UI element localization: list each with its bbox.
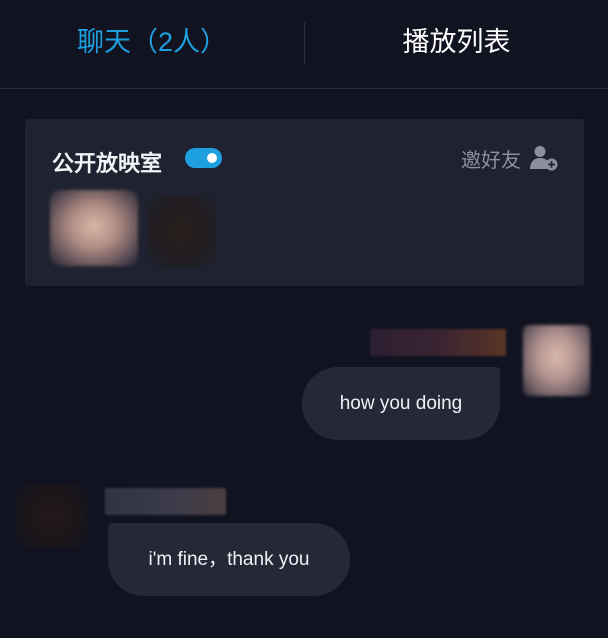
member-avatar[interactable] bbox=[147, 195, 217, 267]
chat-message-bubble: how you doing bbox=[302, 367, 500, 440]
sender-avatar[interactable] bbox=[17, 483, 87, 549]
room-title: 公开放映室 bbox=[52, 151, 163, 176]
invite-label: 邀好友 bbox=[461, 149, 521, 172]
sender-avatar[interactable] bbox=[523, 325, 590, 396]
sender-name-redacted bbox=[370, 329, 506, 356]
tab-chat[interactable]: 聊天（2人） bbox=[0, 0, 304, 88]
add-user-icon bbox=[530, 146, 558, 171]
sender-name-redacted bbox=[105, 488, 226, 515]
toggle-knob bbox=[207, 153, 217, 163]
chat-message-bubble: i'm fine，thank you bbox=[108, 523, 350, 596]
room-info-card: 公开放映室 邀好友 bbox=[25, 119, 584, 286]
tab-playlist[interactable]: 播放列表 bbox=[305, 0, 608, 88]
member-avatar[interactable] bbox=[50, 190, 138, 266]
public-room-toggle[interactable] bbox=[185, 148, 222, 168]
invite-friends-button[interactable]: 邀好友 bbox=[461, 145, 559, 172]
tab-bar: 聊天（2人） 播放列表 bbox=[0, 0, 608, 89]
